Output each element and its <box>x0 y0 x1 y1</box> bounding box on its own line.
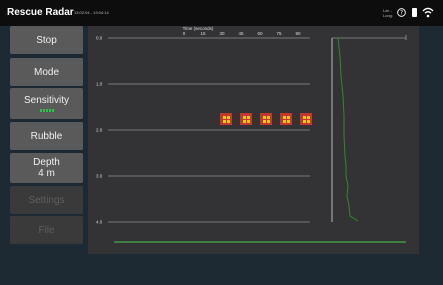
stop-button[interactable]: Stop <box>10 26 83 54</box>
sensitivity-bar <box>39 109 42 112</box>
depth-tick-label: 4.0 <box>96 220 103 225</box>
signal-trace <box>337 37 359 222</box>
depth-tick-label: 0.0 <box>96 36 103 41</box>
detections <box>220 113 312 125</box>
svg-text:?: ? <box>400 11 403 17</box>
stop-button-label: Stop <box>36 34 57 46</box>
sensitivity-bar <box>51 109 54 112</box>
sensitivity-button[interactable]: Sensitivity <box>10 88 83 119</box>
detection-marker <box>280 113 292 125</box>
mode-button-label: Mode <box>33 66 59 78</box>
help-icon[interactable]: ? <box>397 8 406 17</box>
detection-marker <box>240 113 252 125</box>
radar-plot-canvas: Time (seconds) 0 15 30 45 60 75 90 0.0 1.0 2.0 3.… <box>96 26 407 243</box>
time-tick-label: 60 <box>257 31 263 36</box>
radar-plot: Time (seconds) 0 15 30 45 60 75 90 0.0 1.0 2.0 3.… <box>88 26 419 254</box>
time-tick-label: 75 <box>276 31 282 36</box>
time-range: 13:02:04 - 13:04:14 <box>74 10 109 15</box>
sensitivity-level-indicator <box>39 109 54 112</box>
depth-tick-label: 3.0 <box>96 174 103 179</box>
sensitivity-bar <box>45 109 48 112</box>
time-tick-label: 90 <box>295 31 301 36</box>
rubble-button[interactable]: Rubble <box>10 122 83 150</box>
sensitivity-button-label: Sensitivity <box>23 95 69 106</box>
file-button[interactable]: File <box>10 216 83 244</box>
time-axis-title: Time (seconds) <box>183 26 214 31</box>
time-tick-label: 15 <box>200 31 206 36</box>
time-tick-label: 30 <box>219 31 225 36</box>
depth-value: 4 m <box>38 168 55 179</box>
depth-button[interactable]: Depth 4 m <box>10 153 83 183</box>
depth-tick-label: 1.0 <box>96 82 103 87</box>
wifi-icon <box>422 7 434 18</box>
detection-marker <box>300 113 312 125</box>
app-title: Rescue Radar <box>7 7 74 18</box>
settings-button-label: Settings <box>28 194 65 206</box>
detection-marker <box>260 113 272 125</box>
file-button-label: File <box>38 224 55 236</box>
depth-tick-label: 2.0 <box>96 128 103 133</box>
battery-icon <box>412 8 417 17</box>
time-ticks: 0 15 30 45 60 75 90 <box>183 31 301 36</box>
mode-button[interactable]: Mode <box>10 58 83 86</box>
depth-button-label: Depth <box>33 157 60 168</box>
sensitivity-bar <box>42 109 45 112</box>
time-tick-label: 45 <box>238 31 244 36</box>
rubble-button-label: Rubble <box>30 130 63 142</box>
sensitivity-bar <box>48 109 51 112</box>
longitude-label: Long: <box>383 13 394 18</box>
top-bar: Rescue Radar 13:02:04 - 13:04:14 Lat: - … <box>0 0 443 26</box>
detection-marker <box>220 113 232 125</box>
time-tick-label: 0 <box>183 31 186 36</box>
bottom-area <box>0 254 443 285</box>
gps-coordinates: Lat: - Long: <box>383 8 393 18</box>
settings-button[interactable]: Settings <box>10 186 83 214</box>
depth-grid: 0.0 1.0 2.0 3.0 4.0 <box>96 36 310 225</box>
